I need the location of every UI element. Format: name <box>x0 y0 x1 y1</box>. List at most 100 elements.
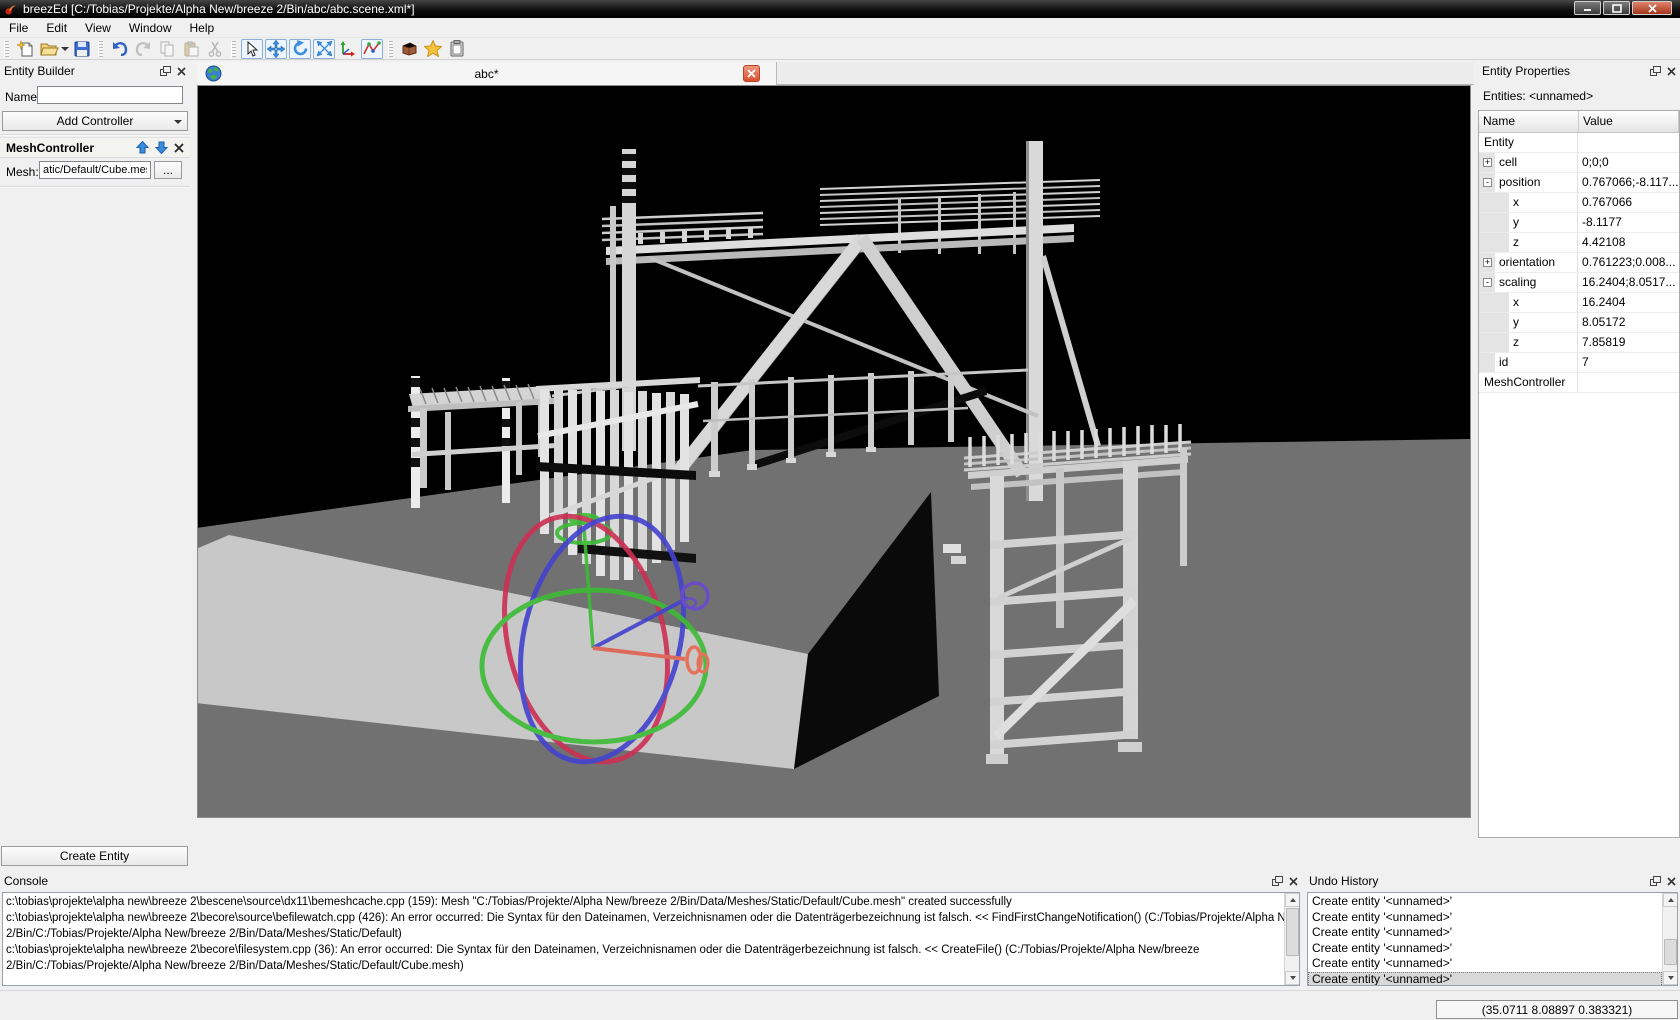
cut-button[interactable] <box>204 39 226 59</box>
property-value[interactable]: 0.767066;-8.117... <box>1578 173 1679 192</box>
copy-button[interactable] <box>156 39 178 59</box>
expander-toggle[interactable]: - <box>1483 178 1492 187</box>
mesh-input[interactable] <box>39 161 151 179</box>
open-file-button[interactable] <box>38 39 60 59</box>
float-panel-icon[interactable] <box>1650 66 1661 76</box>
scene-tab[interactable]: abc* <box>197 62 777 85</box>
save-file-button[interactable] <box>71 39 93 59</box>
toolbar-handle[interactable] <box>98 41 103 57</box>
console-titlebar[interactable]: Console <box>0 872 1302 890</box>
entity-builder-titlebar[interactable]: Entity Builder <box>0 62 190 80</box>
menu-item[interactable]: View <box>76 19 120 37</box>
favorites-button[interactable] <box>422 39 444 59</box>
property-value[interactable]: 0;0;0 <box>1578 153 1679 172</box>
toolbar-handle[interactable] <box>388 41 393 57</box>
scroll-thumb[interactable] <box>1664 939 1677 965</box>
property-value[interactable]: 16.2404 <box>1578 293 1679 312</box>
property-row[interactable]: x 0.767066 <box>1479 193 1679 213</box>
scale-tool-button[interactable] <box>313 39 335 59</box>
move-up-icon[interactable] <box>136 141 149 154</box>
open-file-dropdown[interactable] <box>61 39 70 59</box>
rotate-tool-button[interactable] <box>289 39 311 59</box>
expander-toggle[interactable]: + <box>1483 258 1492 267</box>
undo-history-titlebar[interactable]: Undo History <box>1305 872 1680 890</box>
add-controller-button[interactable]: Add Controller <box>2 111 188 131</box>
scroll-thumb[interactable] <box>1286 908 1299 956</box>
select-tool-button[interactable] <box>241 39 263 59</box>
browse-mesh-button[interactable]: ... <box>154 161 182 179</box>
scroll-up-button[interactable] <box>1663 893 1678 907</box>
toolbar-handle[interactable] <box>4 41 9 57</box>
property-row[interactable]: Entity <box>1479 133 1679 153</box>
property-value[interactable]: 7 <box>1578 353 1679 372</box>
undo-history-item[interactable]: Create entity '<unnamed>' <box>1308 910 1662 926</box>
redo-button[interactable] <box>132 39 154 59</box>
undo-history-item[interactable]: Create entity '<unnamed>' <box>1308 894 1662 910</box>
float-panel-icon[interactable] <box>1272 876 1283 886</box>
property-row[interactable]: y 8.05172 <box>1479 313 1679 333</box>
expander-toggle[interactable]: - <box>1483 278 1492 287</box>
close-panel-icon[interactable] <box>1667 877 1676 886</box>
create-entity-button[interactable]: Create Entity <box>1 846 188 866</box>
toolbar-handle[interactable] <box>231 41 236 57</box>
undo-history-item[interactable]: Create entity '<unnamed>' <box>1308 941 1662 957</box>
mesh-controller-header[interactable]: MeshController <box>0 137 190 158</box>
tab-close-button[interactable] <box>743 65 760 82</box>
float-panel-icon[interactable] <box>160 66 171 76</box>
table-header[interactable]: Name Value <box>1479 111 1679 133</box>
undo-history-list[interactable]: Create entity '<unnamed>'Create entity '… <box>1307 892 1678 986</box>
undo-button[interactable] <box>108 39 130 59</box>
property-row[interactable]: z 7.85819 <box>1479 333 1679 353</box>
property-value[interactable]: 7.85819 <box>1578 333 1679 352</box>
name-input[interactable] <box>37 86 183 104</box>
remove-controller-icon[interactable] <box>174 143 184 153</box>
minimize-button[interactable] <box>1574 1 1601 15</box>
property-row[interactable]: MeshController <box>1479 373 1679 393</box>
property-value[interactable]: 0.761223;0.008... <box>1578 253 1679 272</box>
move-tool-button[interactable] <box>265 39 287 59</box>
menu-item[interactable]: File <box>0 19 37 37</box>
console-scrollbar[interactable] <box>1284 893 1299 985</box>
property-row[interactable]: + orientation 0.761223;0.008... <box>1479 253 1679 273</box>
property-value[interactable] <box>1578 133 1679 152</box>
scroll-down-button[interactable] <box>1663 971 1678 985</box>
property-value[interactable]: 8.05172 <box>1578 313 1679 332</box>
axes-widget-button[interactable] <box>337 39 359 59</box>
undo-scrollbar[interactable] <box>1662 893 1677 985</box>
curve-tool-button[interactable] <box>361 39 383 59</box>
expander-toggle[interactable]: + <box>1483 158 1492 167</box>
move-down-icon[interactable] <box>155 141 168 154</box>
float-panel-icon[interactable] <box>1650 876 1661 886</box>
property-value[interactable]: 16.2404;8.0517... <box>1578 273 1679 292</box>
close-button[interactable] <box>1632 1 1672 15</box>
new-file-button[interactable] <box>14 39 36 59</box>
menu-item[interactable]: Help <box>181 19 224 37</box>
property-row[interactable]: + cell 0;0;0 <box>1479 153 1679 173</box>
menu-item[interactable]: Window <box>120 19 181 37</box>
property-row[interactable]: z 4.42108 <box>1479 233 1679 253</box>
scroll-down-button[interactable] <box>1285 971 1300 985</box>
clipboard-button[interactable] <box>446 39 468 59</box>
property-row[interactable]: x 16.2404 <box>1479 293 1679 313</box>
close-panel-icon[interactable] <box>1667 67 1676 76</box>
property-row[interactable]: - scaling 16.2404;8.0517... <box>1479 273 1679 293</box>
paste-button[interactable] <box>180 39 202 59</box>
maximize-button[interactable] <box>1603 1 1630 15</box>
undo-history-item[interactable]: Create entity '<unnamed>' <box>1308 972 1662 987</box>
undo-history-item[interactable]: Create entity '<unnamed>' <box>1308 956 1662 972</box>
title-bar[interactable]: breezEd [C:/Tobias/Projekte/Alpha New/br… <box>0 0 1680 18</box>
close-panel-icon[interactable] <box>177 67 186 76</box>
menu-item[interactable]: Edit <box>37 19 76 37</box>
scroll-up-button[interactable] <box>1285 893 1300 907</box>
console-log[interactable]: c:\tobias\projekte\alpha new\breeze 2\be… <box>2 892 1300 986</box>
property-value[interactable] <box>1578 373 1679 392</box>
property-value[interactable]: 4.42108 <box>1578 233 1679 252</box>
property-row[interactable]: - position 0.767066;-8.117... <box>1479 173 1679 193</box>
property-row[interactable]: id 7 <box>1479 353 1679 373</box>
column-header-value[interactable]: Value <box>1579 111 1679 132</box>
brick-button[interactable] <box>398 39 420 59</box>
entity-properties-titlebar[interactable]: Entity Properties <box>1478 62 1680 80</box>
property-value[interactable]: -8.1177 <box>1578 213 1679 232</box>
property-row[interactable]: y -8.1177 <box>1479 213 1679 233</box>
column-header-name[interactable]: Name <box>1479 111 1579 132</box>
